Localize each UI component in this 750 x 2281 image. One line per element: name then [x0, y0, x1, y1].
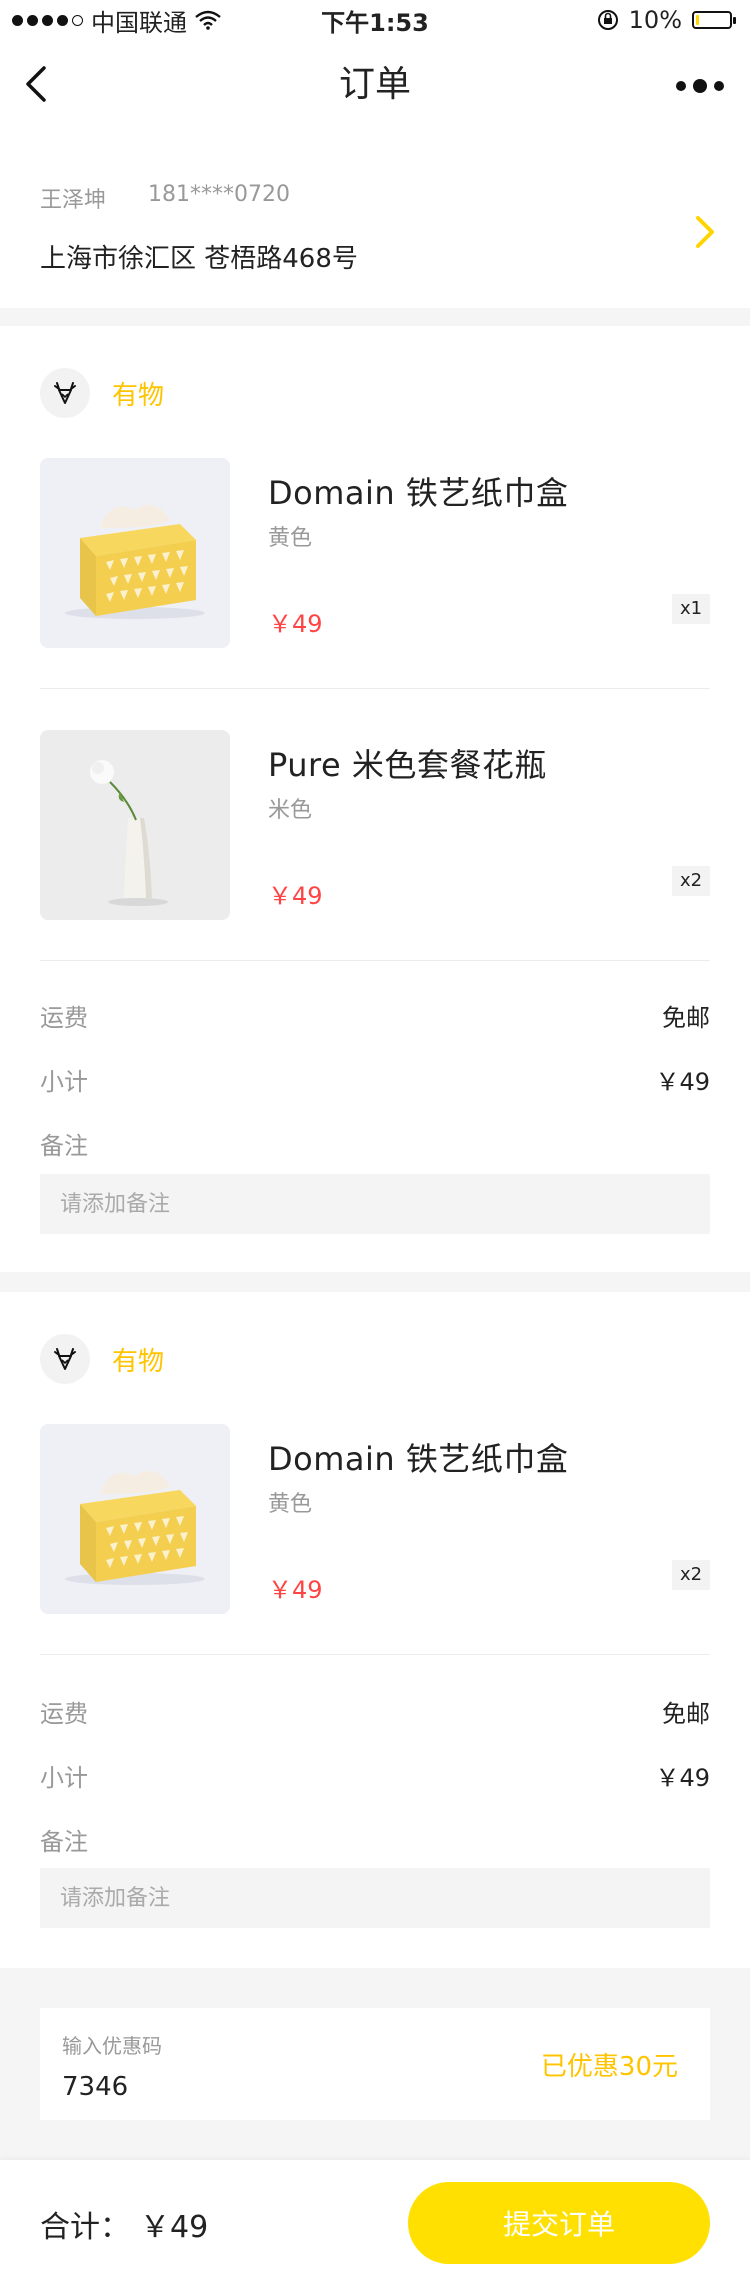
- subtotal-value: ￥49: [655, 1764, 710, 1792]
- shipping-value: 免邮: [662, 1700, 710, 1728]
- product-spec: 黄色: [268, 526, 313, 551]
- divider: [40, 688, 710, 689]
- checkout-bar: 合计： ￥49 提交订单: [0, 2160, 750, 2281]
- coupon-code-input[interactable]: 7346: [62, 2072, 128, 2102]
- shop-name: 有物: [112, 380, 165, 411]
- product-item[interactable]: Pure 米色套餐花瓶 米色 ￥49 x2: [40, 730, 710, 920]
- product-item[interactable]: Domain 铁艺纸巾盒 黄色 ￥49 x1: [40, 458, 710, 648]
- total-label: 合计：: [40, 2210, 130, 2245]
- more-button[interactable]: [670, 66, 730, 106]
- product-name: Pure 米色套餐花瓶: [268, 746, 547, 784]
- remark-label: 备注: [40, 1132, 88, 1160]
- shipping-value: 免邮: [662, 1004, 710, 1032]
- shipping-label: 运费: [40, 1700, 88, 1728]
- coupon-field[interactable]: 输入优惠码 7346 已优惠30元: [40, 2008, 710, 2120]
- product-name: Domain 铁艺纸巾盒: [268, 474, 569, 512]
- address-card[interactable]: 王泽坤 181****0720 上海市徐汇区 苍梧路468号: [0, 130, 750, 308]
- subtotal-label: 小计: [40, 1764, 88, 1792]
- product-image: [40, 1424, 230, 1614]
- remark-input[interactable]: [40, 1868, 710, 1928]
- product-price: ￥49: [268, 1576, 323, 1604]
- orientation-lock-icon: [597, 10, 618, 30]
- order-card: 有物: [0, 326, 750, 1272]
- product-image: [40, 730, 230, 920]
- page-title: 订单: [338, 64, 411, 105]
- more-dots-icon: [676, 79, 724, 93]
- shop-header: 有物: [40, 368, 164, 418]
- order-card: 有物: [0, 1292, 750, 1968]
- divider: [40, 1654, 710, 1655]
- address-line: 上海市徐汇区 苍梧路468号: [40, 244, 358, 274]
- product-spec: 黄色: [268, 1492, 313, 1517]
- product-spec: 米色: [268, 798, 313, 823]
- recipient-phone: 181****0720: [148, 182, 290, 207]
- subtotal-value: ￥49: [655, 1068, 710, 1096]
- submit-order-button[interactable]: 提交订单: [408, 2182, 710, 2264]
- product-price: ￥49: [268, 610, 323, 638]
- product-name: Domain 铁艺纸巾盒: [268, 1440, 569, 1478]
- product-qty: x1: [672, 594, 710, 624]
- product-qty: x2: [672, 1560, 710, 1590]
- total-value: ￥49: [140, 2210, 209, 2245]
- status-bar: 中国联通 下午1:53 10%: [0, 0, 750, 40]
- product-item[interactable]: Domain 铁艺纸巾盒 黄色 ￥49 x2: [40, 1424, 710, 1614]
- battery-level: [696, 15, 699, 25]
- coupon-label: 输入优惠码: [62, 2034, 162, 2058]
- shipping-label: 运费: [40, 1004, 88, 1032]
- recipient-name: 王泽坤: [40, 188, 107, 213]
- chevron-right-icon: [696, 216, 714, 248]
- total: 合计： ￥49: [40, 2202, 208, 2246]
- nav-bar: 订单: [0, 40, 750, 130]
- divider: [40, 960, 710, 961]
- subtotal-label: 小计: [40, 1068, 88, 1096]
- deer-logo-icon: [40, 1334, 90, 1384]
- remark-input[interactable]: [40, 1174, 710, 1234]
- product-image: [40, 458, 230, 648]
- battery-icon: [692, 11, 736, 29]
- battery-percent: 10%: [628, 6, 682, 34]
- shop-header: 有物: [40, 1334, 164, 1384]
- deer-logo-icon: [40, 368, 90, 418]
- coupon-discount: 已优惠30元: [540, 2052, 678, 2082]
- product-qty: x2: [672, 866, 710, 896]
- remark-label: 备注: [40, 1828, 88, 1856]
- product-price: ￥49: [268, 882, 323, 910]
- shop-name: 有物: [112, 1346, 165, 1377]
